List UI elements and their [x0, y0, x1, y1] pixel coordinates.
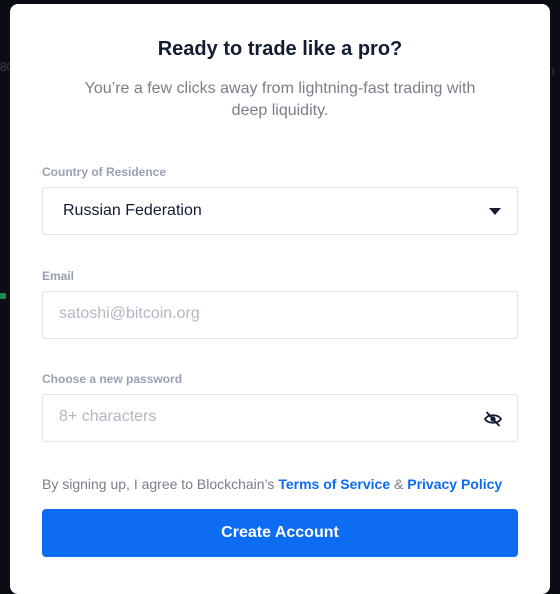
- country-label: Country of Residence: [42, 165, 167, 179]
- email-label: Email: [42, 269, 75, 283]
- country-select[interactable]: Russian Federation: [42, 187, 518, 235]
- background-marker: [0, 293, 6, 299]
- terms-separator: &: [390, 476, 408, 492]
- chevron-down-icon: [489, 208, 501, 215]
- privacy-policy-link[interactable]: Privacy Policy: [407, 476, 502, 492]
- password-field[interactable]: [59, 408, 459, 426]
- terms-text: By signing up, I agree to Blockchain’s T…: [42, 476, 502, 492]
- country-select-value: Russian Federation: [63, 202, 202, 219]
- signup-modal: Ready to trade like a pro? You’re a few …: [10, 4, 550, 594]
- eye-slash-icon[interactable]: [483, 409, 503, 429]
- modal-subtitle: You’re a few clicks away from lightning-…: [84, 80, 476, 119]
- terms-of-service-link[interactable]: Terms of Service: [278, 476, 390, 492]
- create-account-button[interactable]: Create Account: [42, 509, 518, 557]
- password-field-wrapper: [42, 394, 518, 442]
- email-field-wrapper: [42, 291, 518, 339]
- terms-prefix: By signing up, I agree to Blockchain’s: [42, 476, 279, 492]
- email-field[interactable]: [59, 305, 459, 323]
- modal-title: Ready to trade like a pro?: [157, 38, 403, 60]
- password-label: Choose a new password: [42, 372, 183, 386]
